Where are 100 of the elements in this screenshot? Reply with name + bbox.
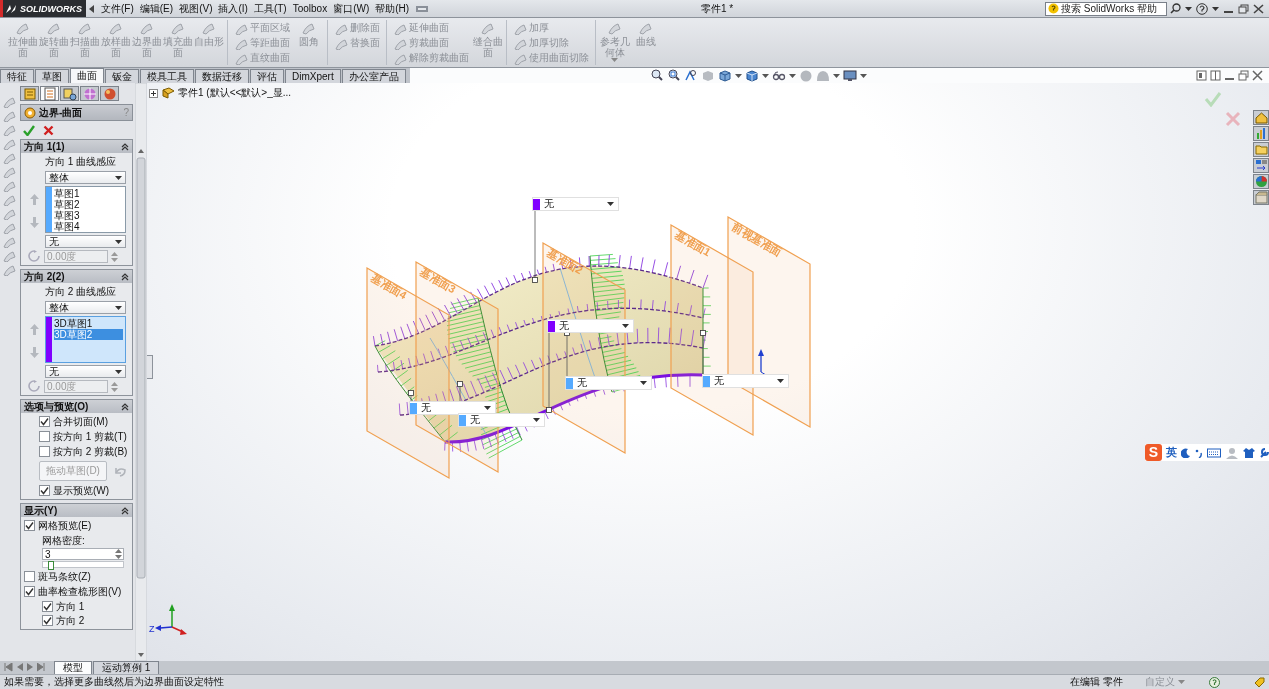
selection-list[interactable]: 草图1 草图2 草图3 草图4 [45, 186, 126, 233]
checkbox[interactable]: 方向 1 [42, 600, 129, 613]
close-icon[interactable] [1252, 70, 1263, 81]
caret-icon[interactable] [734, 73, 742, 78]
glasses-icon[interactable] [771, 69, 786, 82]
tab[interactable]: 模具工具 [140, 69, 194, 83]
tab[interactable]: 模型 [54, 661, 92, 674]
tag-icon[interactable] [1254, 676, 1265, 688]
dropdown[interactable]: 整体 [45, 301, 126, 314]
caret-icon[interactable] [622, 324, 629, 328]
caret-icon[interactable] [115, 239, 122, 244]
restore-icon[interactable] [1238, 70, 1249, 81]
checkbox[interactable]: 合并切面(M) [39, 415, 129, 428]
pin-icon[interactable] [415, 3, 430, 14]
spin-icon[interactable] [115, 549, 122, 559]
collapse-icon[interactable] [121, 506, 129, 515]
spin-icon[interactable] [111, 250, 118, 263]
collapse-icon[interactable] [121, 402, 129, 411]
slider[interactable] [42, 561, 124, 568]
dropdown[interactable]: 无 [45, 235, 126, 248]
search-field[interactable]: 搜索 SolidWorks 帮助 [1045, 1, 1167, 16]
collapse-icon[interactable] [121, 272, 129, 281]
tab[interactable]: 运动算例 1 [93, 661, 160, 674]
caret-icon[interactable] [859, 73, 867, 78]
caret-icon[interactable] [115, 175, 122, 180]
ime-mode[interactable]: 英 [1166, 445, 1177, 460]
help-icon[interactable] [1209, 676, 1220, 688]
dropdown[interactable]: 无 [410, 402, 495, 414]
arrow-icon[interactable] [683, 69, 698, 82]
menu-item[interactable]: 帮助(H) [372, 1, 413, 16]
list-item[interactable]: 草图2 [54, 199, 123, 210]
dropdown[interactable]: 无 [703, 375, 788, 387]
close-icon[interactable] [1253, 3, 1264, 14]
keyboard-icon[interactable] [1207, 447, 1221, 458]
moon-icon[interactable] [1181, 447, 1191, 458]
task-pane-tab[interactable] [1253, 110, 1269, 125]
app-logo[interactable]: SOLIDWORKS [0, 0, 86, 17]
menu-item[interactable]: 视图(V) [176, 1, 216, 16]
caret-icon[interactable] [533, 418, 540, 422]
menu-item[interactable]: 窗口(W) [330, 1, 373, 16]
zoom-icon[interactable] [649, 69, 664, 82]
collapse-icon[interactable] [121, 142, 129, 151]
cube-icon[interactable] [717, 69, 732, 82]
tab[interactable]: 草图 [35, 69, 69, 83]
search-icon[interactable] [1170, 3, 1181, 14]
checkbox[interactable]: 斑马条纹(Z) [24, 570, 129, 583]
zoom-icon[interactable] [666, 69, 681, 82]
panel-tab[interactable] [40, 86, 59, 101]
tab[interactable]: 特征 [0, 69, 34, 83]
caret-icon[interactable] [115, 305, 122, 310]
splitter-handle[interactable] [147, 355, 153, 379]
task-pane-tab[interactable] [1253, 190, 1269, 205]
tile-icon[interactable] [1196, 70, 1207, 81]
tab[interactable]: 数据迁移 [195, 69, 249, 83]
checkbox[interactable]: 按方向 2 剪裁(B) [39, 445, 129, 458]
restore-icon[interactable] [1238, 3, 1249, 14]
dropdown[interactable]: 无 [548, 320, 633, 332]
arrow-icon[interactable] [89, 4, 95, 13]
help-icon[interactable] [1196, 2, 1208, 15]
list-item[interactable]: 草图1 [54, 188, 123, 199]
cube-icon[interactable] [744, 69, 759, 82]
tab[interactable]: 钣金 [105, 69, 139, 83]
group-header[interactable]: 选项与预览(O) [21, 400, 132, 413]
checkbox[interactable]: 曲率检查梳形图(V) [24, 585, 129, 598]
dropdown[interactable]: 无 [459, 414, 544, 426]
task-pane-tab[interactable] [1253, 158, 1269, 173]
monitor-icon[interactable] [842, 69, 857, 82]
checkbox[interactable]: 网格预览(E) [24, 519, 129, 532]
task-pane-tab[interactable] [1253, 174, 1269, 189]
tree-item[interactable]: 零件1 (默认<<默认>_显... [178, 86, 292, 100]
list-item[interactable]: 草图3 [54, 210, 123, 221]
dropdown[interactable]: 整体 [45, 171, 126, 184]
tab[interactable]: 评估 [250, 69, 284, 83]
caret-icon[interactable] [640, 381, 647, 385]
checkbox[interactable]: 显示预览(W) [39, 484, 129, 497]
checkbox[interactable]: 方向 2 [42, 614, 129, 627]
task-pane-tab[interactable] [1253, 126, 1269, 141]
group-header[interactable]: 方向 1(1) [21, 140, 132, 153]
check-icon[interactable] [23, 124, 35, 136]
spin-icon[interactable] [111, 380, 118, 393]
tab[interactable]: 办公室产品 [341, 69, 406, 83]
caret-icon[interactable] [777, 379, 784, 383]
tab[interactable]: DimXpert [285, 69, 341, 83]
caret-icon[interactable] [484, 406, 491, 410]
caret-icon[interactable] [788, 73, 796, 78]
dropdown[interactable]: 无 [566, 377, 651, 389]
wrench-icon[interactable] [1259, 447, 1269, 458]
caret-icon[interactable] [115, 369, 122, 374]
shirt-icon[interactable] [1243, 447, 1255, 458]
task-pane-tab[interactable] [1253, 142, 1269, 157]
tab[interactable]: 曲面 [70, 68, 104, 83]
scrollbar[interactable] [135, 83, 147, 661]
caret-icon[interactable] [832, 73, 840, 78]
number-field[interactable]: 3 [42, 548, 124, 560]
menu-item[interactable]: 插入(I) [215, 1, 251, 16]
expand-icon[interactable] [149, 88, 158, 98]
caret-icon[interactable] [1185, 6, 1192, 11]
menu-item[interactable]: 编辑(E) [136, 1, 177, 16]
selection-list[interactable]: 3D草图1 3D草图2 [45, 316, 126, 363]
tile-icon[interactable] [1210, 70, 1221, 81]
